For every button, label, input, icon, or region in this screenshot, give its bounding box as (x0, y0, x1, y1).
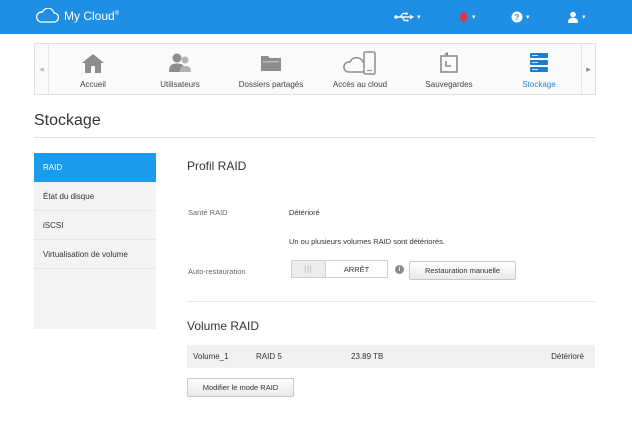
raid-health-value: Détérioré (289, 208, 320, 217)
sidebar: RAID État du disque iSCSI Virtualisation… (34, 153, 156, 329)
page-title: Stockage (34, 112, 101, 129)
tab-label: Utilisateurs (160, 80, 200, 89)
tab-accueil[interactable]: Accueil (69, 44, 117, 94)
chevron-left-icon: ◂ (39, 63, 44, 74)
volume-size: 23.89 TB (351, 352, 384, 361)
tab-utilisateurs[interactable]: Utilisateurs (149, 44, 211, 94)
tab-sauvegardes[interactable]: Sauvegardes (421, 44, 477, 94)
sidebar-item-iscsi[interactable]: iSCSI (34, 211, 156, 240)
usb-icon (394, 12, 414, 22)
volume-raid-level: RAID 5 (256, 352, 282, 361)
toggle-state-label: ARRÊT (343, 264, 370, 274)
chevron-down-icon: ▾ (526, 14, 530, 21)
raid-health-message: Un ou plusieurs volumes RAID sont détéri… (289, 237, 445, 246)
tab-acces-au-cloud[interactable]: Accès au cloud (329, 44, 391, 94)
manual-restore-button[interactable]: Restauration manuelle (409, 261, 516, 280)
chevron-right-icon: ▸ (586, 63, 591, 74)
tab-stockage[interactable]: Stockage (515, 44, 563, 94)
svg-text:?: ? (515, 13, 520, 22)
alerts-menu[interactable]: ▾ (458, 7, 476, 27)
chevron-down-icon: ▾ (582, 14, 586, 21)
bell-alert-icon (458, 12, 469, 23)
folder-icon (261, 56, 281, 71)
help-icon: ? (511, 11, 523, 23)
user-icon (568, 11, 578, 23)
chevron-down-icon: ▾ (417, 14, 421, 21)
tab-label: Stockage (522, 80, 556, 89)
app-logo[interactable]: My Cloud® (35, 8, 119, 24)
sidebar-item-virtualisation[interactable]: Virtualisation de volume (34, 240, 156, 269)
raid-volume-title: Volume RAID (187, 319, 260, 333)
usb-menu[interactable]: ▾ (394, 7, 421, 27)
modify-raid-mode-button[interactable]: Modifier le mode RAID (187, 378, 294, 397)
top-bar: My Cloud® ▾ ▾ ? ▾ ▾ (0, 0, 632, 34)
tab-label: Accès au cloud (332, 80, 388, 89)
tab-label: Dossiers partagés (238, 80, 304, 89)
sidebar-item-raid[interactable]: RAID (34, 153, 156, 182)
user-menu[interactable]: ▾ (567, 7, 586, 27)
divider (34, 137, 596, 138)
tab-label: Accueil (80, 80, 106, 89)
nav-scroll-right-button[interactable]: ▸ (581, 44, 595, 94)
raid-profile-title: Profil RAID (187, 159, 247, 173)
cloud-device-icon (343, 51, 376, 75)
app-title: My Cloud® (64, 9, 120, 23)
nav-scroll-left-button[interactable]: ◂ (35, 44, 49, 94)
auto-restore-label: Auto-restauration (188, 267, 246, 276)
auto-restore-toggle[interactable]: ||| ARRÊT (291, 260, 388, 278)
storage-icon (530, 53, 548, 72)
volume-status: Détérioré (551, 352, 584, 361)
raid-health-label: Santé RAID (188, 208, 228, 217)
table-row[interactable]: Volume_1 RAID 5 23.89 TB Détérioré (187, 345, 595, 368)
users-icon (169, 53, 191, 72)
main-nav: ◂ Accueil Utilisateurs Dossiers partagés… (34, 43, 596, 95)
volume-name: Volume_1 (193, 352, 229, 361)
section-divider (187, 301, 595, 302)
help-menu[interactable]: ? ▾ (511, 7, 530, 27)
home-icon (82, 54, 104, 73)
tab-label: Sauvegardes (425, 80, 473, 89)
sidebar-item-etat-du-disque[interactable]: État du disque (34, 182, 156, 211)
info-icon[interactable]: i (395, 265, 404, 274)
toggle-grip[interactable]: ||| (292, 261, 326, 277)
cloud-logo-icon (36, 8, 59, 23)
tab-dossiers-partages[interactable]: Dossiers partagés (235, 44, 307, 94)
backup-icon (440, 52, 458, 73)
chevron-down-icon: ▾ (472, 14, 476, 21)
